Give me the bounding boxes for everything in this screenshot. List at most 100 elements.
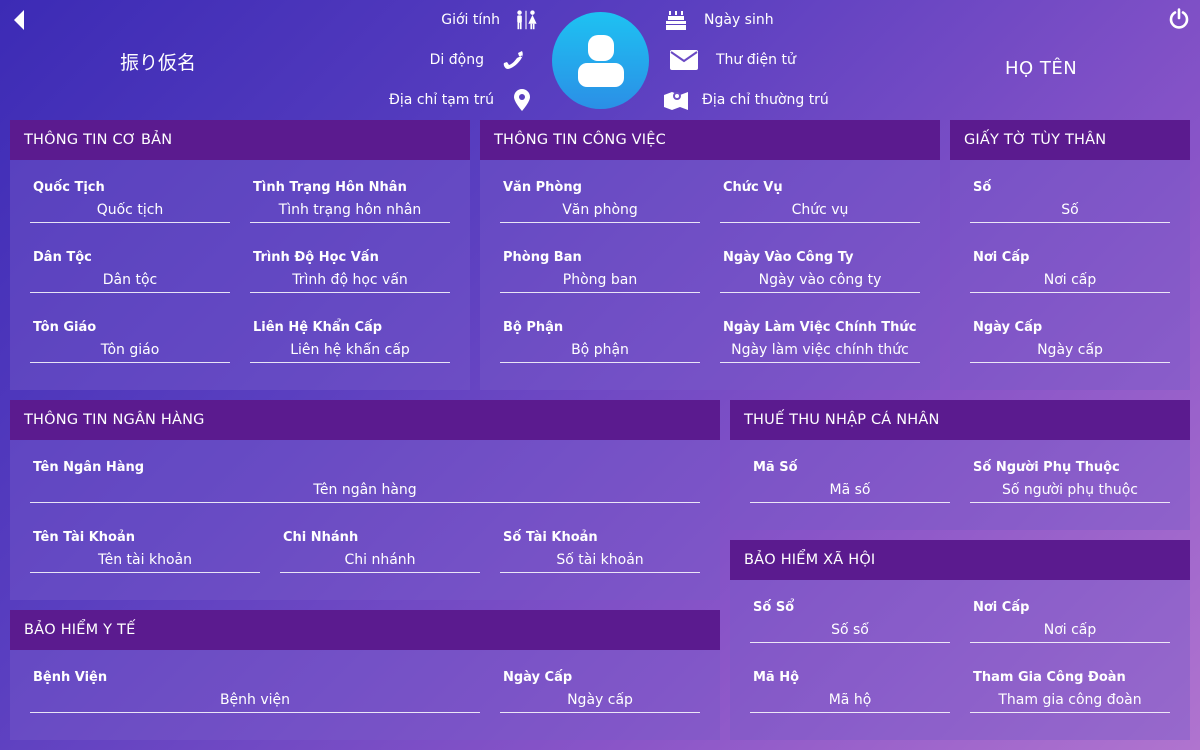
office-field: Văn Phòng (500, 180, 700, 223)
power-icon (1169, 8, 1189, 29)
id-card-title: GIẤY TỜ TÙY THÂN (950, 120, 1190, 160)
mobile-field[interactable]: Di động (430, 48, 526, 72)
nationality-label: Quốc Tịch (33, 180, 105, 195)
nationality-input[interactable] (30, 202, 230, 223)
union-label: Tham Gia Công Đoàn (973, 670, 1126, 685)
division-input[interactable] (500, 342, 700, 363)
religion-input[interactable] (30, 342, 230, 363)
id-issue-date-input[interactable] (970, 342, 1170, 363)
temp-address-field[interactable]: Địa chỉ tạm trú (389, 88, 534, 112)
work-info-card: THÔNG TIN CÔNG VIỆC Văn Phòng Chức Vụ Ph… (480, 120, 940, 390)
official-date-input[interactable] (720, 342, 920, 363)
logout-button[interactable] (1168, 8, 1190, 30)
household-code-input[interactable] (750, 692, 950, 713)
union-field: Tham Gia Công Đoàn (970, 670, 1170, 713)
hospital-field: Bệnh Viện (30, 670, 480, 713)
book-number-label: Số Sổ (753, 600, 795, 615)
social-issue-place-input[interactable] (970, 622, 1170, 643)
permanent-address-field[interactable]: Địa chỉ thường trú (664, 88, 829, 112)
social-insurance-card: BẢO HIỂM XÃ HỘI Số Sổ Nơi Cấp Mã Hộ Tham… (730, 540, 1190, 740)
gender-field[interactable]: Giới tính (441, 8, 538, 32)
dependents-field: Số Người Phụ Thuộc (970, 460, 1170, 503)
religion-field: Tôn Giáo (30, 320, 230, 363)
income-tax-card: THUẾ THU NHẬP CÁ NHÂN Mã Số Số Người Phụ… (730, 400, 1190, 530)
ethnicity-field: Dân Tộc (30, 250, 230, 293)
office-input[interactable] (500, 202, 700, 223)
work-info-title: THÔNG TIN CÔNG VIỆC (480, 120, 940, 160)
marital-status-input[interactable] (250, 202, 450, 223)
email-label: Thư điện tử (716, 52, 796, 68)
dependents-label: Số Người Phụ Thuộc (973, 460, 1120, 475)
health-issue-date-label: Ngày Cấp (503, 670, 573, 685)
bank-name-label: Tên Ngân Hàng (33, 460, 145, 475)
division-field: Bộ Phận (500, 320, 700, 363)
id-card-card: GIẤY TỜ TÙY THÂN Số Nơi Cấp Ngày Cấp (950, 120, 1190, 390)
account-number-field: Số Tài Khoản (500, 530, 700, 573)
map-icon (664, 88, 688, 112)
official-date-field: Ngày Làm Việc Chính Thức (720, 320, 920, 363)
join-date-input[interactable] (720, 272, 920, 293)
department-input[interactable] (500, 272, 700, 293)
position-label: Chức Vụ (723, 180, 783, 195)
tax-code-label: Mã Số (753, 460, 798, 475)
id-issue-place-label: Nơi Cấp (973, 250, 1030, 265)
position-field: Chức Vụ (720, 180, 920, 223)
bank-name-input[interactable] (30, 482, 700, 503)
map-marker-icon (510, 88, 534, 112)
ethnicity-input[interactable] (30, 272, 230, 293)
id-issue-date-field: Ngày Cấp (970, 320, 1170, 363)
marital-status-field: Tình Trạng Hôn Nhân (250, 180, 450, 223)
birthday-field[interactable]: Ngày sinh (664, 8, 774, 32)
dependents-input[interactable] (970, 482, 1170, 503)
basic-info-title: THÔNG TIN CƠ BẢN (10, 120, 470, 160)
id-number-input[interactable] (970, 202, 1170, 223)
branch-input[interactable] (280, 552, 480, 573)
furigana-name[interactable]: 振り仮名 (120, 48, 196, 75)
ethnicity-label: Dân Tộc (33, 250, 92, 265)
id-issue-place-field: Nơi Cấp (970, 250, 1170, 293)
department-field: Phòng Ban (500, 250, 700, 293)
department-label: Phòng Ban (503, 250, 582, 265)
phone-icon (502, 48, 526, 72)
back-button[interactable] (12, 10, 26, 30)
official-date-label: Ngày Làm Việc Chính Thức (723, 320, 917, 335)
chevron-left-icon (14, 10, 24, 30)
hospital-input[interactable] (30, 692, 480, 713)
social-insurance-title: BẢO HIỂM XÃ HỘI (730, 540, 1190, 580)
bank-info-title: THÔNG TIN NGÂN HÀNG (10, 400, 720, 440)
email-field[interactable]: Thư điện tử (670, 48, 796, 72)
branch-label: Chi Nhánh (283, 530, 359, 545)
join-date-field: Ngày Vào Công Ty (720, 250, 920, 293)
avatar[interactable] (552, 12, 649, 109)
full-name[interactable]: HỌ TÊN (1005, 58, 1077, 79)
branch-field: Chi Nhánh (280, 530, 480, 573)
account-name-label: Tên Tài Khoản (33, 530, 135, 545)
division-label: Bộ Phận (503, 320, 564, 335)
emergency-contact-field: Liên Hệ Khẩn Cấp (250, 320, 450, 363)
account-number-label: Số Tài Khoản (503, 530, 598, 545)
bank-name-field: Tên Ngân Hàng (30, 460, 700, 503)
household-code-label: Mã Hộ (753, 670, 800, 685)
restroom-icon (514, 8, 538, 32)
id-issue-place-input[interactable] (970, 272, 1170, 293)
health-issue-date-input[interactable] (500, 692, 700, 713)
household-code-field: Mã Hộ (750, 670, 950, 713)
emergency-contact-input[interactable] (250, 342, 450, 363)
social-issue-place-field: Nơi Cấp (970, 600, 1170, 643)
education-input[interactable] (250, 272, 450, 293)
education-label: Trình Độ Học Vấn (253, 250, 379, 265)
health-insurance-card: BẢO HIỂM Y TẾ Bệnh Viện Ngày Cấp (10, 610, 720, 740)
education-field: Trình Độ Học Vấn (250, 250, 450, 293)
income-tax-title: THUẾ THU NHẬP CÁ NHÂN (730, 400, 1190, 440)
account-number-input[interactable] (500, 552, 700, 573)
position-input[interactable] (720, 202, 920, 223)
bank-info-card: THÔNG TIN NGÂN HÀNG Tên Ngân Hàng Tên Tà… (10, 400, 720, 600)
tax-code-input[interactable] (750, 482, 950, 503)
book-number-input[interactable] (750, 622, 950, 643)
book-number-field: Số Sổ (750, 600, 950, 643)
union-input[interactable] (970, 692, 1170, 713)
health-issue-date-field: Ngày Cấp (500, 670, 700, 713)
join-date-label: Ngày Vào Công Ty (723, 250, 854, 265)
birthday-cake-icon (664, 8, 688, 32)
account-name-input[interactable] (30, 552, 260, 573)
